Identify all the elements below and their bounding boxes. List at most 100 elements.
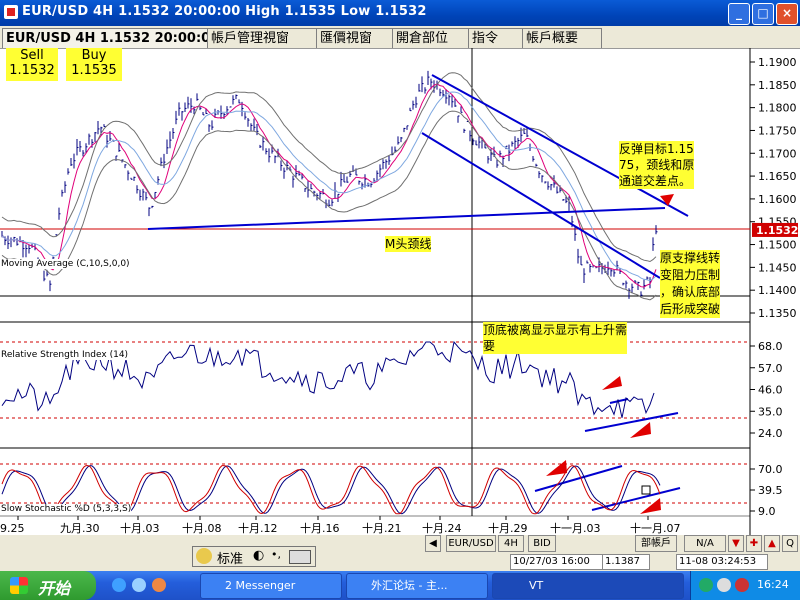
indicator-button[interactable]: ▼ — [728, 535, 744, 552]
desktop-icon[interactable] — [132, 578, 146, 592]
price-tick-label: 1.1900 — [758, 56, 797, 69]
scroll-left-button[interactable]: ◀ — [425, 535, 441, 552]
task-forex-forum[interactable]: 外汇论坛 - 主... — [346, 573, 488, 599]
stoch-marker — [641, 485, 651, 495]
current-price-label: 1.1532 — [756, 224, 798, 237]
stoch-trendline — [591, 487, 681, 511]
date-tick-label: 九月.30 — [60, 522, 100, 535]
date-tick-label: 十月.12 — [238, 521, 278, 535]
buy-quote-box[interactable]: Buy 1.1535 — [66, 48, 122, 81]
price-tick-label: 1.1650 — [758, 170, 797, 183]
indicator-button[interactable]: ▲ — [764, 535, 780, 552]
windows-logo-icon — [10, 577, 28, 594]
tray-icon[interactable] — [699, 578, 713, 592]
indicator-button[interactable]: ✚ — [746, 535, 762, 552]
price-tick-label: 1.1500 — [758, 239, 797, 252]
chart-type-button[interactable]: Q — [782, 535, 798, 552]
task-label: VT — [529, 579, 544, 592]
stoch-trendline — [534, 465, 623, 492]
windows-taskbar: 开始 2 Messenger 外汇论坛 - 主... VT 16:24 — [0, 571, 800, 600]
stoch-tick-label: 39.5 — [758, 484, 783, 497]
chart-area[interactable]: 1.1900 1.1850 1.1800 1.1750 1.1700 1.1650 1.16… — [0, 48, 800, 535]
tray-icon[interactable] — [735, 578, 749, 592]
start-button[interactable]: 开始 — [0, 571, 96, 600]
rsi-up-arrow-icon — [602, 376, 622, 390]
bid-button[interactable]: BID — [528, 535, 556, 552]
tab-orders[interactable]: 指令 — [468, 28, 526, 48]
ie-icon[interactable] — [112, 578, 126, 592]
support-annotation: 原支撑线转 变阻力压制 ，确认底部 后形成突破 — [660, 250, 721, 318]
stoch-up-arrow-icon — [546, 460, 567, 476]
start-label: 开始 — [38, 579, 71, 598]
tab-account-summary[interactable]: 帳戶概要 — [522, 28, 602, 48]
sell-value: 1.1532 — [9, 63, 55, 78]
status-datetime: 11-08 03:24:53 — [676, 554, 768, 570]
stoch-tick-label: 70.0 — [758, 463, 783, 476]
date-tick-label: 十月.24 — [422, 521, 462, 535]
tab-bar: EUR/USD 4H 1.1532 20:00:00 帳戶管理視窗 匯價視窗 開… — [0, 26, 800, 49]
stoch-up-arrow-icon — [640, 498, 661, 514]
tab-account-management[interactable]: 帳戶管理視窗 — [207, 28, 319, 48]
date-tick-label: 十月.03 — [120, 521, 160, 535]
divergence-annotation: 顶底被离显示显示有上升需 要 — [483, 322, 628, 354]
sell-label: Sell — [20, 48, 44, 63]
moon-icon[interactable]: ◐ — [253, 548, 264, 563]
task-label: 2 Messenger — [225, 579, 296, 592]
price-tick-label: 1.1400 — [758, 284, 797, 297]
tray-icon[interactable] — [717, 578, 731, 592]
media-player-icon[interactable] — [152, 578, 166, 592]
punctuation-icon[interactable]: •, — [271, 548, 281, 561]
window-title: EUR/USD 4H 1.1532 20:00:00 High 1.1535 L… — [22, 4, 427, 19]
ma-indicator-label: Moving Average (C,10,S,0,0) — [1, 259, 130, 269]
rsi-up-arrow-icon — [630, 422, 651, 438]
target-arrow-icon — [660, 194, 674, 206]
symbol-button[interactable]: EUR/USD — [446, 535, 496, 552]
maximize-button[interactable]: □ — [752, 3, 774, 25]
system-tray: 16:24 — [690, 571, 800, 600]
rsi-tick-label: 35.0 — [758, 405, 783, 418]
date-tick-label: 十一月.07 — [630, 521, 681, 535]
date-tick-label: 十月.21 — [362, 521, 402, 535]
date-tick-label: 十月.16 — [300, 521, 340, 535]
date-tick-label: 9.25 — [0, 522, 25, 535]
ime-logo-icon — [196, 548, 212, 564]
rsi-trendline — [584, 412, 679, 432]
keyboard-icon[interactable] — [289, 550, 311, 564]
task-label: 外汇论坛 - 主... — [371, 579, 448, 592]
price-tick-label: 1.1700 — [758, 147, 797, 160]
status-price: 1.1387 — [602, 554, 650, 570]
ime-toolbar[interactable]: 标准 ◐ •, — [192, 546, 316, 567]
price-tick-label: 1.1600 — [758, 193, 797, 206]
price-tick-label: 1.1800 — [758, 102, 797, 115]
date-tick-label: 十月.29 — [488, 521, 528, 535]
ma-line — [1, 83, 657, 288]
clock: 16:24 — [757, 578, 789, 591]
tab-open-positions[interactable]: 開倉部位 — [392, 28, 472, 48]
minimize-button[interactable]: _ — [728, 3, 750, 25]
tab-chart[interactable]: EUR/USD 4H 1.1532 20:00:00 — [2, 28, 219, 48]
date-tick-label: 十月.08 — [182, 521, 222, 535]
sell-quote-box[interactable]: Sell 1.1532 — [6, 48, 58, 81]
timeframe-button[interactable]: 4H — [498, 535, 524, 552]
rsi-tick-label: 46.0 — [758, 384, 783, 397]
rsi-tick-label: 57.0 — [758, 362, 783, 375]
bollinger-upper — [1, 72, 657, 263]
tab-quotes[interactable]: 匯價視窗 — [316, 28, 396, 48]
price-tick-label: 1.1850 — [758, 79, 797, 92]
date-tick-label: 十一月.03 — [550, 521, 601, 535]
buy-label: Buy — [81, 48, 107, 63]
price-tick-label: 1.1350 — [758, 307, 797, 320]
buy-value: 1.1535 — [71, 63, 117, 78]
ime-mode-label[interactable]: 标准 — [217, 548, 243, 567]
close-button[interactable]: × — [776, 3, 798, 25]
bottom-toolbar: ◀ EUR/USD 4H BID N/A ▼ ✚ ▲ Q 部帳戶 10/27/0… — [0, 535, 800, 571]
ma-line-slow — [1, 91, 657, 282]
window-titlebar: EUR/USD 4H 1.1532 20:00:00 High 1.1535 L… — [0, 0, 800, 26]
price-tick-label: 1.1750 — [758, 124, 797, 137]
target-annotation: 反弹目标1.15 75，颈线和原 通道交差点。 — [619, 141, 695, 189]
task-messenger[interactable]: 2 Messenger — [200, 573, 342, 599]
task-vt[interactable]: VT — [492, 573, 684, 599]
na-button[interactable]: N/A — [684, 535, 726, 552]
stoch-indicator-label: Slow Stochastic %D (5,3,3,S) — [1, 504, 132, 514]
price-tick-label: 1.1450 — [758, 261, 797, 274]
